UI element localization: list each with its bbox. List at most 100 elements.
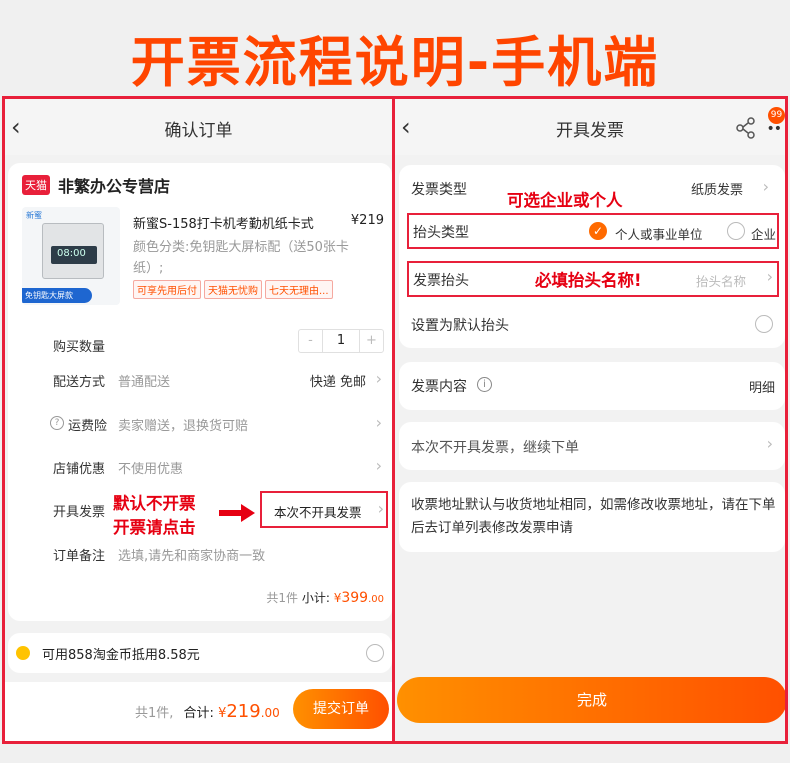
remark-row[interactable]: 订单备注 选填,请先和商家协商一致 bbox=[8, 545, 392, 567]
product-image-brand: 新蜜 bbox=[26, 211, 42, 220]
bottom-bar: 共1件, 合计: ¥219.00 提交订单 bbox=[5, 682, 392, 741]
subtotal-decimals: .00 bbox=[368, 594, 384, 605]
chevron-right-icon: › bbox=[375, 369, 382, 388]
invoice-type-label: 发票类型 bbox=[411, 182, 467, 198]
chevron-right-icon: › bbox=[377, 499, 384, 518]
product-title[interactable]: 新蜜S-158打卡机考勤机纸卡式 bbox=[133, 213, 314, 232]
quantity-row: 购买数量 - 1 + bbox=[8, 329, 392, 359]
chevron-right-icon: › bbox=[375, 456, 382, 475]
time-clock-illustration: 08:00 bbox=[42, 223, 104, 279]
service-tags: 可享先用后付 天猫无忧购 七天无理由... bbox=[133, 279, 336, 299]
product-image-banner: 免钥匙大屏款 bbox=[22, 288, 92, 303]
address-note-card: 收票地址默认与收货地址相同，如需修改收票地址，请在下单后去订单列表修改发票申请 bbox=[399, 482, 785, 552]
insurance-row[interactable]: ? 运费险 卖家赠送，退换货可赔 › bbox=[8, 413, 392, 437]
invoice-value: 本次不开具发票 bbox=[274, 505, 362, 520]
subtotal-count: 共1件 bbox=[266, 591, 299, 605]
default-title-label: 设置为默认抬头 bbox=[411, 318, 509, 334]
page-title: 确认订单 bbox=[164, 121, 233, 141]
insurance-sub: 卖家赠送，退换货可赔 bbox=[118, 419, 249, 434]
coins-card: 可用858淘金币抵用8.58元 bbox=[8, 633, 392, 673]
chevron-right-icon: › bbox=[762, 177, 769, 196]
invoice-annotation: 默认不开票 开票请点击 bbox=[113, 492, 196, 540]
title-type-label: 抬头类型 bbox=[413, 225, 469, 241]
invoice-screen: ‹ 开具发票 •• 99 发票类型 纸质发票 › 可选企业或个人 抬头类型 ✓ … bbox=[395, 99, 785, 741]
skip-invoice-label: 本次不开具发票，继续下单 bbox=[411, 440, 579, 456]
submit-order-button[interactable]: 提交订单 bbox=[293, 689, 389, 729]
invoice-title-input[interactable]: 抬头名称 bbox=[696, 271, 746, 290]
clock-display: 08:00 bbox=[51, 246, 97, 264]
service-tag: 可享先用后付 bbox=[133, 280, 201, 299]
default-title-radio[interactable] bbox=[755, 315, 773, 333]
shop-name: 非繁办公专营店 bbox=[58, 177, 171, 196]
annotation-line: 默认不开票 bbox=[113, 494, 196, 513]
service-tag: 七天无理由... bbox=[265, 280, 333, 299]
invoice-content-label: 发票内容 bbox=[411, 379, 467, 395]
remark-label: 订单备注 bbox=[53, 549, 106, 564]
product-variant[interactable]: 颜色分类:免钥匙大屏标配（送50张卡纸）; bbox=[133, 237, 363, 279]
skip-invoice-card[interactable]: 本次不开具发票，继续下单 › bbox=[399, 422, 785, 470]
confirm-order-screen: ‹ 确认订单 天猫 非繁办公专营店 新蜜 08:00 免钥匙大屏款 新蜜S-15… bbox=[5, 99, 392, 741]
total-amount: 219 bbox=[226, 701, 261, 722]
share-icon[interactable] bbox=[735, 117, 757, 139]
invoice-form-card: 发票类型 纸质发票 › 可选企业或个人 抬头类型 ✓ 个人或事业单位 企业 发票… bbox=[399, 165, 785, 348]
subtotal: 共1件 小计: ¥399.00 bbox=[266, 589, 384, 606]
title-type-company-radio[interactable] bbox=[727, 222, 745, 240]
discount-label: 店铺优惠 bbox=[53, 462, 106, 477]
shop-header[interactable]: 天猫 非繁办公专营店 bbox=[22, 173, 322, 197]
invoice-title-label: 发票抬头 bbox=[413, 273, 469, 289]
coins-radio[interactable] bbox=[366, 644, 384, 662]
subtotal-label: 小计: bbox=[301, 591, 330, 605]
total-count: 共1件, bbox=[135, 706, 174, 721]
coins-text: 可用858淘金币抵用8.58元 bbox=[42, 648, 200, 663]
type-annotation: 可选企业或个人 bbox=[507, 191, 623, 210]
product-image[interactable]: 新蜜 08:00 免钥匙大屏款 bbox=[22, 207, 120, 305]
quantity-minus-button[interactable]: - bbox=[299, 330, 323, 352]
shipping-row[interactable]: 配送方式 普通配送 快递 免邮 › bbox=[8, 369, 392, 393]
chevron-right-icon: › bbox=[766, 434, 773, 453]
coin-icon bbox=[16, 646, 30, 660]
shipping-sub: 普通配送 bbox=[118, 375, 171, 390]
clock-display-text: 08:00 bbox=[57, 248, 86, 259]
chevron-right-icon: › bbox=[375, 413, 382, 432]
product-price: ¥219 bbox=[350, 213, 384, 228]
quantity-plus-button[interactable]: + bbox=[359, 330, 383, 352]
chevron-right-icon: › bbox=[766, 267, 773, 286]
tmall-logo-icon: 天猫 bbox=[22, 175, 50, 195]
total-label: 合计: bbox=[183, 706, 214, 721]
quantity-value[interactable]: 1 bbox=[323, 330, 359, 352]
annotation-arrow bbox=[219, 504, 255, 522]
quantity-stepper: - 1 + bbox=[298, 329, 384, 353]
total-decimals: .00 bbox=[260, 706, 280, 720]
invoice-content-value: 明细 bbox=[748, 381, 775, 396]
title-type-personal-radio[interactable]: ✓ bbox=[589, 222, 607, 240]
notification-badge: 99 bbox=[768, 107, 785, 124]
address-note: 收票地址默认与收货地址相同，如需修改收票地址，请在下单后去订单列表修改发票申请 bbox=[411, 497, 776, 536]
quantity-label: 购买数量 bbox=[53, 340, 106, 355]
title-type-personal-label: 个人或事业单位 bbox=[615, 227, 703, 242]
invoice-label: 开具发票 bbox=[53, 505, 106, 520]
nav-bar: ‹ 开具发票 •• 99 bbox=[395, 99, 785, 155]
info-circle-icon[interactable]: i bbox=[477, 377, 492, 392]
title-annotation: 必填抬头名称! bbox=[535, 271, 642, 290]
discount-sub: 不使用优惠 bbox=[118, 462, 184, 477]
annotation-line: 开票请点击 bbox=[113, 518, 196, 537]
invoice-content-card[interactable]: 发票内容 i 明细 bbox=[399, 362, 785, 410]
banner-title: 开票流程说明-手机端 bbox=[130, 31, 660, 94]
shipping-label: 配送方式 bbox=[53, 375, 106, 390]
discount-row[interactable]: 店铺优惠 不使用优惠 › bbox=[8, 456, 392, 480]
page-title: 开具发票 bbox=[556, 121, 624, 141]
shipping-value: 快递 免邮 bbox=[309, 375, 366, 390]
invoice-type-value: 纸质发票 bbox=[690, 183, 743, 198]
title-type-row: 抬头类型 ✓ 个人或事业单位 企业 bbox=[407, 213, 779, 249]
insurance-label: 运费险 bbox=[68, 419, 108, 434]
done-button[interactable]: 完成 bbox=[397, 677, 785, 723]
subtotal-amount: 399 bbox=[341, 590, 369, 606]
help-circle-icon: ? bbox=[50, 416, 64, 430]
remark-input[interactable]: 选填,请先和商家协商一致 bbox=[118, 545, 265, 564]
invoice-button[interactable]: 本次不开具发票 › bbox=[260, 491, 388, 528]
default-title-row: 设置为默认抬头 bbox=[399, 315, 785, 339]
service-tag: 天猫无忧购 bbox=[204, 280, 262, 299]
nav-bar: ‹ 确认订单 bbox=[5, 99, 392, 155]
order-card: 天猫 非繁办公专营店 新蜜 08:00 免钥匙大屏款 新蜜S-158打卡机考勤机… bbox=[8, 163, 392, 621]
title-type-company-label: 企业 bbox=[751, 227, 777, 242]
